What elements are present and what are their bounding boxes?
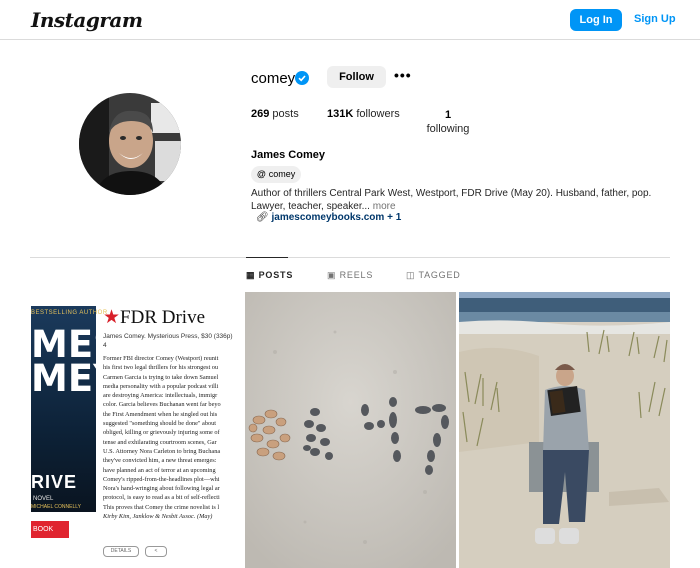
profile-link[interactable]: 🔗︎ jamescomeybooks.com + 1 xyxy=(256,212,401,223)
posts-count-value: 269 xyxy=(251,108,270,120)
profile-avatar[interactable] xyxy=(79,93,181,195)
post-2[interactable] xyxy=(245,292,456,568)
book-button: BOOK xyxy=(31,521,69,538)
cover-blurb-author: MICHAEL CONNELLY xyxy=(31,504,82,510)
tab-posts-label: POSTS xyxy=(258,270,294,280)
review-body: Former FBI director Comey (Westport) reu… xyxy=(103,354,242,521)
followers-count-label: followers xyxy=(356,108,400,120)
tab-tagged-label: TAGGED xyxy=(418,270,461,280)
review-line: Former FBI director Comey (Westport) reu… xyxy=(103,355,219,362)
review-line: they've convicted him, a new threat emer… xyxy=(103,457,217,465)
tab-posts[interactable]: ▦ POSTS xyxy=(246,270,293,281)
cover-title-text: RIVE xyxy=(31,472,78,492)
review-line: the First Amendment when he singled out … xyxy=(103,410,218,418)
follow-button[interactable]: Follow xyxy=(327,66,386,88)
post-3[interactable] xyxy=(459,292,670,568)
active-tab-indicator xyxy=(246,257,288,258)
threads-badge[interactable]: @ comey xyxy=(251,166,302,183)
tab-reels[interactable]: ▣ REELS xyxy=(327,270,373,281)
bio-text: Author of thrillers Central Park West, W… xyxy=(251,188,652,212)
profile-username: comey xyxy=(251,70,296,87)
profile-bio: Author of thrillers Central Park West, W… xyxy=(251,187,671,213)
tagged-icon: ◫ xyxy=(406,270,416,280)
review-title: ★FDR Drive xyxy=(103,306,205,329)
cover-novel-text: NOVEL xyxy=(33,496,54,502)
tab-tagged[interactable]: ◫ TAGGED xyxy=(406,270,461,281)
review-line: are destroying America: intellectuals, i… xyxy=(103,392,218,400)
posts-count: 269 posts xyxy=(251,108,299,120)
posts-count-label: posts xyxy=(272,108,299,120)
sand-shells-image xyxy=(245,292,456,568)
instagram-logo[interactable]: Instagram xyxy=(31,8,143,32)
post-1[interactable]: BESTSELLING AUTHOR MES MEY RIVE NOVEL MIC… xyxy=(31,292,242,568)
review-line: his first two legal thrillers for his st… xyxy=(103,364,219,372)
verified-badge-icon xyxy=(295,71,309,85)
review-line: color. Garcia believes Buchanan went far… xyxy=(103,401,221,409)
review-line: media personality with a popular podcast… xyxy=(103,382,219,390)
review-line: Nora's hand-wringing about following leg… xyxy=(103,485,220,493)
login-button[interactable]: Log In xyxy=(570,9,622,31)
profile-link-text: jamescomeybooks.com + 1 xyxy=(271,212,402,223)
review-line: suggested "something should be done" abo… xyxy=(103,420,217,428)
tab-reels-label: REELS xyxy=(339,270,374,280)
review-line: Comey's ripped-from-the-headlines plot—w… xyxy=(103,475,220,483)
share-icon: < xyxy=(145,546,167,557)
more-options-button[interactable]: ••• xyxy=(394,67,412,83)
review-line: Carmen Garcia is trying to take down Sam… xyxy=(103,373,219,381)
review-title-text: FDR Drive xyxy=(120,307,206,328)
review-line: Kirby Kim, Janklow & Nesbit Assoc. (May) xyxy=(103,513,213,521)
cover-top-text: BESTSELLING AUTHOR xyxy=(31,310,108,316)
following-count[interactable]: 1 following xyxy=(426,108,470,136)
details-pill: DETAILS xyxy=(103,546,139,557)
profile-full-name: James Comey xyxy=(251,149,325,161)
review-line: protocol, is easy to read as a bit of se… xyxy=(103,494,220,502)
book-cover-image: BESTSELLING AUTHOR MES MEY RIVE NOVEL MIC… xyxy=(31,306,120,512)
tabs-divider xyxy=(30,257,670,258)
review-line: U.S. Attorney Nora Carleton to bring Buc… xyxy=(103,447,221,455)
reels-icon: ▣ xyxy=(327,270,337,280)
beach-reading-image xyxy=(459,292,670,568)
bio-more-link[interactable]: more xyxy=(373,201,396,212)
review-line: This proves that Comey the crime novelis… xyxy=(103,503,220,511)
grid-icon: ▦ xyxy=(246,270,256,280)
review-meta-line: 4 xyxy=(103,342,107,349)
review-meta-line: James Comey. Mysterious Press, $30 (336p… xyxy=(103,333,233,340)
followers-count[interactable]: 131K followers xyxy=(327,108,400,120)
signup-link[interactable]: Sign Up xyxy=(634,13,676,25)
review-line: tense and exhilarating courtroom scenes,… xyxy=(103,438,217,446)
review-line: obliged, killing or grievously injuring … xyxy=(103,429,220,437)
review-meta: James Comey. Mysterious Press, $30 (336p… xyxy=(103,332,233,350)
review-line: have planned an act of terror at an upco… xyxy=(103,466,216,474)
following-count-label: following xyxy=(426,123,470,135)
threads-icon: @ xyxy=(257,169,266,179)
followers-count-value: 131K xyxy=(327,108,354,120)
following-count-value: 1 xyxy=(444,109,452,121)
star-icon: ★ xyxy=(103,307,121,328)
top-bar: Instagram Log In Sign Up xyxy=(0,0,700,40)
link-icon: 🔗︎ xyxy=(256,212,269,223)
threads-handle: comey xyxy=(268,169,296,179)
